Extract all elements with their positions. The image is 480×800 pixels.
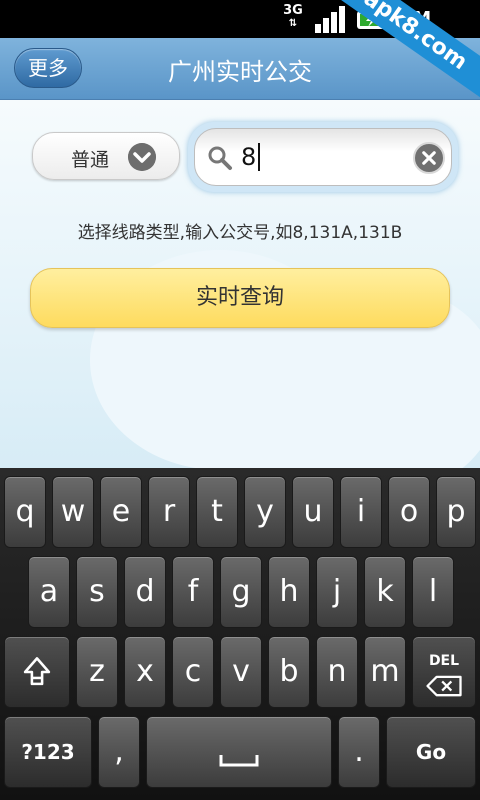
search-field-focus-ring: 8 (188, 122, 458, 192)
key-l[interactable]: l (412, 556, 454, 628)
key-d[interactable]: d (124, 556, 166, 628)
key-i[interactable]: i (340, 476, 382, 548)
search-panel: 普通 8 选择线路类型,输入公交号,如8,131A,131B 实时查询 (0, 100, 480, 468)
key-u[interactable]: u (292, 476, 334, 548)
clear-icon[interactable] (413, 142, 445, 174)
key-comma[interactable]: , (98, 716, 140, 788)
key-f[interactable]: f (172, 556, 214, 628)
key-s[interactable]: s (76, 556, 118, 628)
key-p[interactable]: p (436, 476, 476, 548)
key-x[interactable]: x (124, 636, 166, 708)
data-arrows-icon: ⇅ (288, 18, 298, 29)
backspace-icon (426, 675, 462, 697)
key-k[interactable]: k (364, 556, 406, 628)
shift-icon (23, 657, 51, 686)
search-input[interactable]: 8 (194, 128, 452, 186)
key-j[interactable]: j (316, 556, 358, 628)
key-c[interactable]: c (172, 636, 214, 708)
key-v[interactable]: v (220, 636, 262, 708)
more-button[interactable]: 更多 (14, 48, 82, 88)
key-n[interactable]: n (316, 636, 358, 708)
delete-key-label: DEL (428, 653, 460, 669)
symbols-key[interactable]: ?123 (4, 716, 92, 788)
key-b[interactable]: b (268, 636, 310, 708)
key-w[interactable]: w (52, 476, 94, 548)
shift-key[interactable] (4, 636, 70, 708)
key-period[interactable]: . (338, 716, 380, 788)
network-type-label: 3G (283, 3, 303, 18)
key-z[interactable]: z (76, 636, 118, 708)
key-t[interactable]: t (196, 476, 238, 548)
line-type-dropdown[interactable]: 普通 (32, 132, 180, 180)
soft-keyboard: q w e r t y u i o p a s d f g h j k l z … (0, 468, 480, 800)
realtime-query-button[interactable]: 实时查询 (30, 268, 450, 328)
key-g[interactable]: g (220, 556, 262, 628)
search-input-value: 8 (241, 143, 261, 171)
search-hint: 选择线路类型,输入公交号,如8,131A,131B (77, 223, 403, 243)
key-h[interactable]: h (268, 556, 310, 628)
key-m[interactable]: m (364, 636, 406, 708)
chevron-down-icon (128, 143, 156, 171)
search-icon (208, 146, 232, 170)
signal-strength-icon (315, 6, 345, 33)
page-title: 广州实时公交 (168, 58, 312, 86)
space-icon (219, 755, 259, 767)
key-q[interactable]: q (4, 476, 46, 548)
space-key[interactable] (146, 716, 332, 788)
status-bar: 3G ⇅ PM apk8.com (0, 0, 480, 100)
key-e[interactable]: e (100, 476, 142, 548)
line-type-value: 普通 (71, 149, 110, 171)
key-o[interactable]: o (388, 476, 430, 548)
go-key[interactable]: Go (386, 716, 476, 788)
key-r[interactable]: r (148, 476, 190, 548)
key-y[interactable]: y (244, 476, 286, 548)
network-3g-icon: 3G ⇅ (280, 4, 306, 34)
delete-key[interactable]: DEL (412, 636, 476, 708)
key-a[interactable]: a (28, 556, 70, 628)
